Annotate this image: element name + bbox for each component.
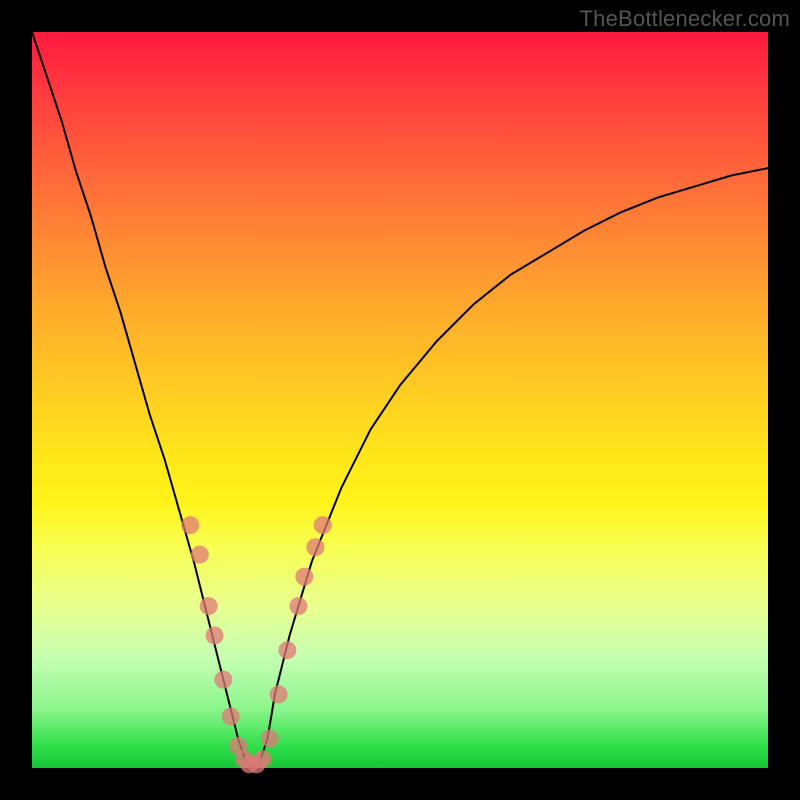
sample-point	[289, 597, 307, 615]
sample-point	[181, 516, 199, 534]
bottleneck-curve	[32, 32, 768, 768]
sample-point	[253, 750, 271, 768]
watermark-text: TheBottlenecker.com	[580, 6, 790, 32]
sample-point	[261, 730, 279, 748]
sample-point	[206, 627, 224, 645]
sample-point	[191, 546, 209, 564]
chart-frame: TheBottlenecker.com	[0, 0, 800, 800]
sample-point	[278, 641, 296, 659]
chart-svg	[32, 32, 768, 768]
sample-point	[270, 685, 288, 703]
plot-area	[32, 32, 768, 768]
sample-point	[200, 597, 218, 615]
sample-point	[214, 671, 232, 689]
sample-point	[222, 707, 240, 725]
sample-point	[295, 568, 313, 586]
sample-point	[306, 538, 324, 556]
sample-point	[314, 516, 332, 534]
